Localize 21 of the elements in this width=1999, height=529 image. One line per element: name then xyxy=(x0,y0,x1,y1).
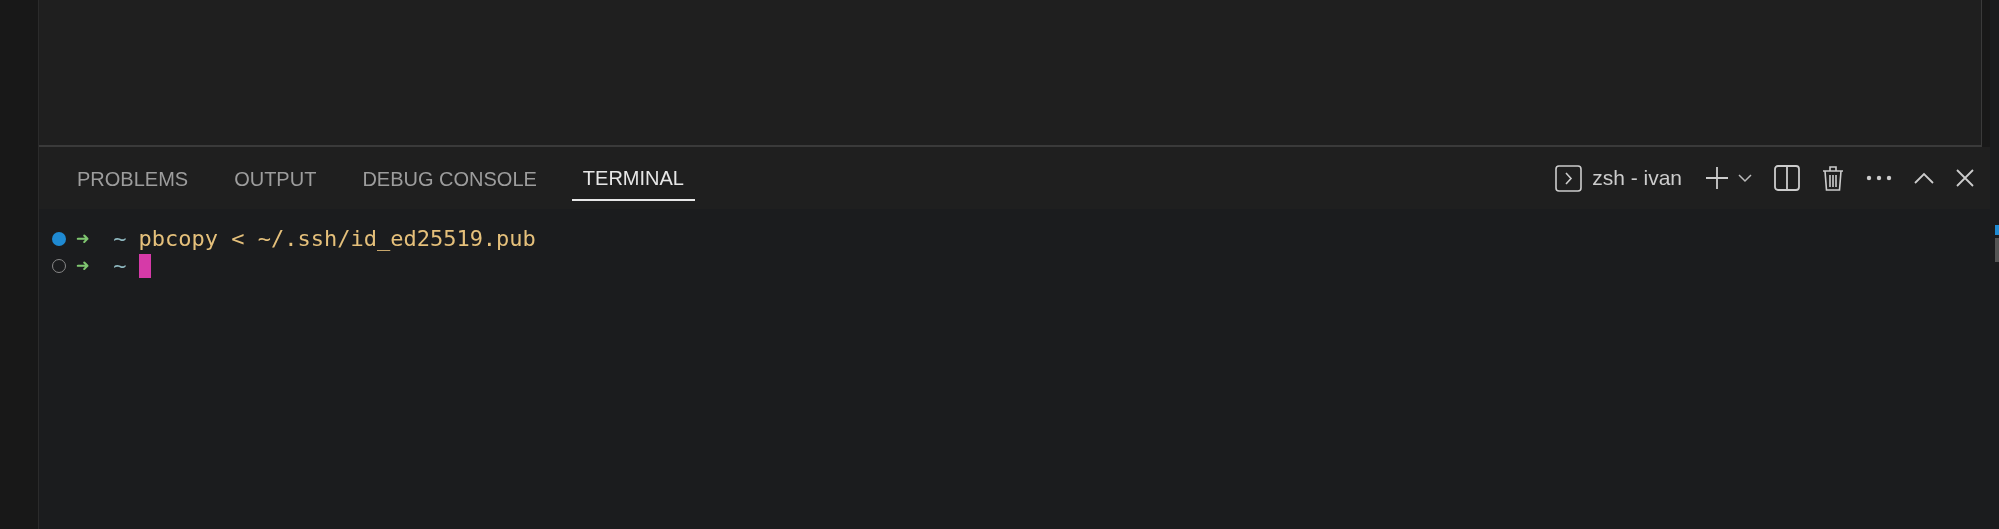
command-text: pbcopy < ~/.ssh/id_ed25519.pub xyxy=(138,226,536,251)
close-icon[interactable] xyxy=(1956,169,1974,187)
scrollbar-thumb[interactable] xyxy=(1995,238,1999,262)
terminal-name[interactable]: zsh - ivan xyxy=(1592,166,1682,190)
panel-tab[interactable]: PROBLEMS xyxy=(66,147,200,209)
scrollbar-marker xyxy=(1995,225,1999,235)
trash-icon[interactable] xyxy=(1822,164,1844,192)
dot-icon[interactable] xyxy=(52,231,66,246)
add-icon[interactable] xyxy=(1704,165,1730,191)
more-icon[interactable] xyxy=(1866,175,1892,181)
prompt-directory: ~ xyxy=(113,226,127,251)
chevron-down-icon[interactable] xyxy=(1738,173,1752,183)
chevron-up-icon[interactable] xyxy=(1914,172,1934,184)
terminal-icon xyxy=(1555,164,1583,192)
panel-tab[interactable]: TERMINAL xyxy=(571,157,695,201)
prompt-arrow: ➜ xyxy=(76,226,90,251)
split-icon[interactable] xyxy=(1774,165,1800,191)
prompt-directory: ~ xyxy=(113,253,127,278)
panel-tab[interactable]: OUTPUT xyxy=(223,147,328,209)
panel-tab[interactable]: DEBUG CONSOLE xyxy=(351,147,548,209)
prompt-arrow: ➜ xyxy=(76,253,90,278)
